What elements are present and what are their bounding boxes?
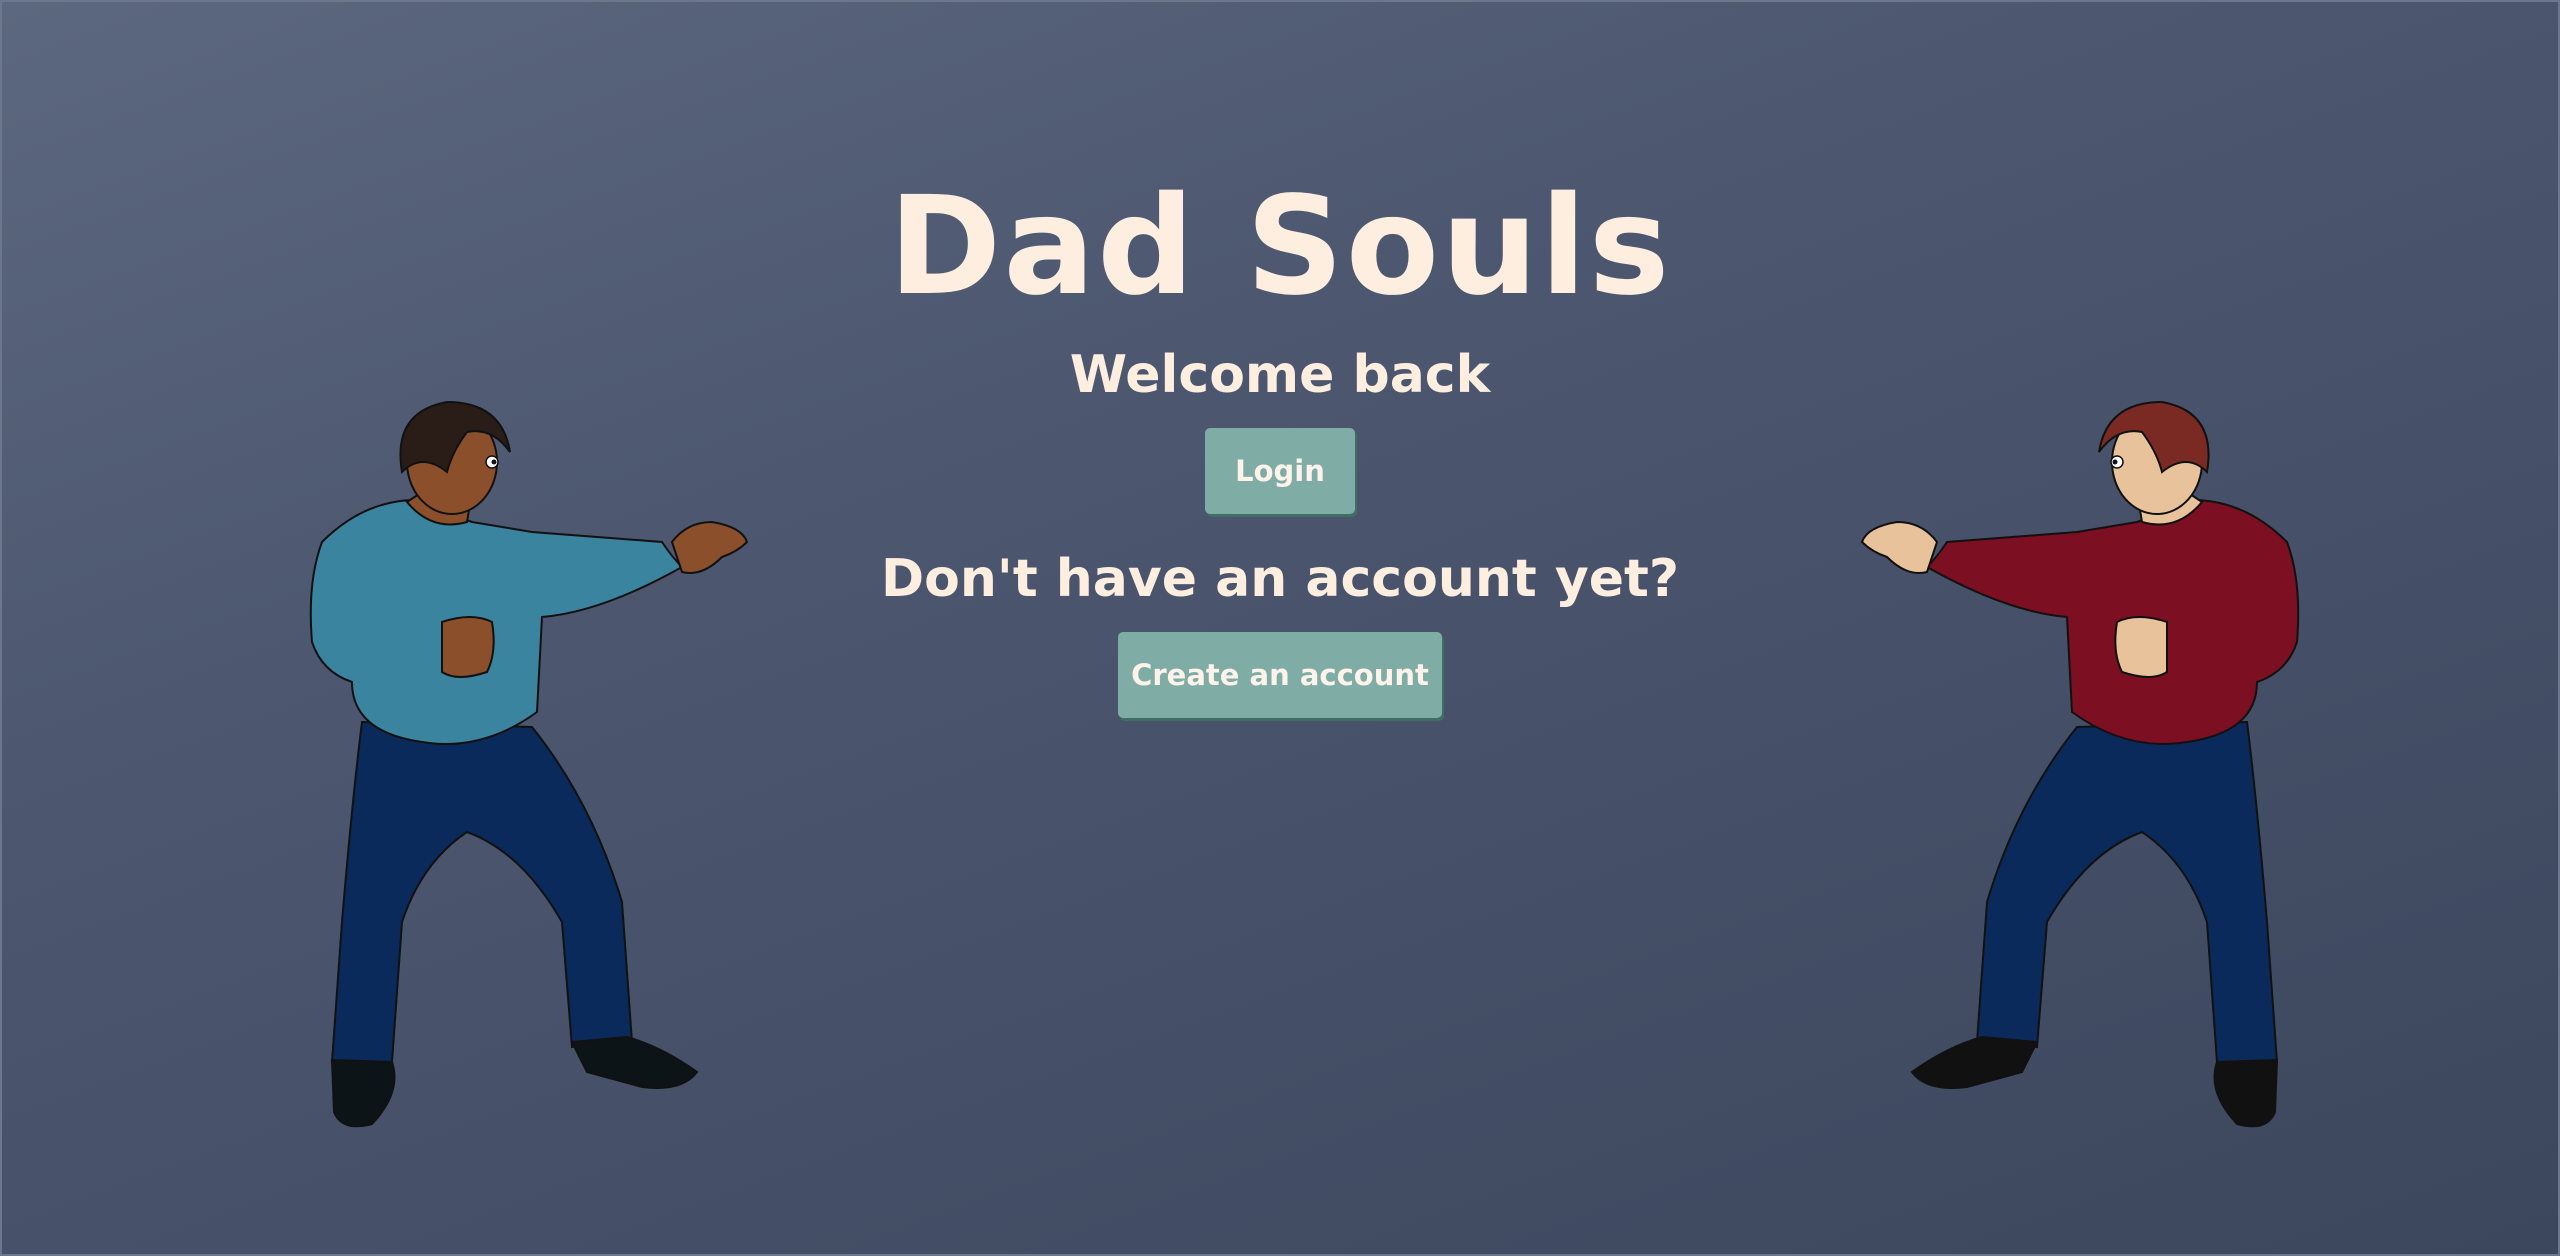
login-button[interactable]: Login: [1205, 428, 1355, 514]
app-title: Dad Souls: [888, 168, 1672, 326]
create-account-button[interactable]: Create an account: [1118, 632, 1442, 718]
right-fighter-illustration: [1860, 400, 2300, 1128]
welcome-heading: Welcome back: [1069, 345, 1491, 405]
signup-prompt: Don't have an account yet?: [880, 549, 1680, 609]
landing-page: Dad Souls Welcome back Login Don't have …: [0, 0, 2560, 1256]
